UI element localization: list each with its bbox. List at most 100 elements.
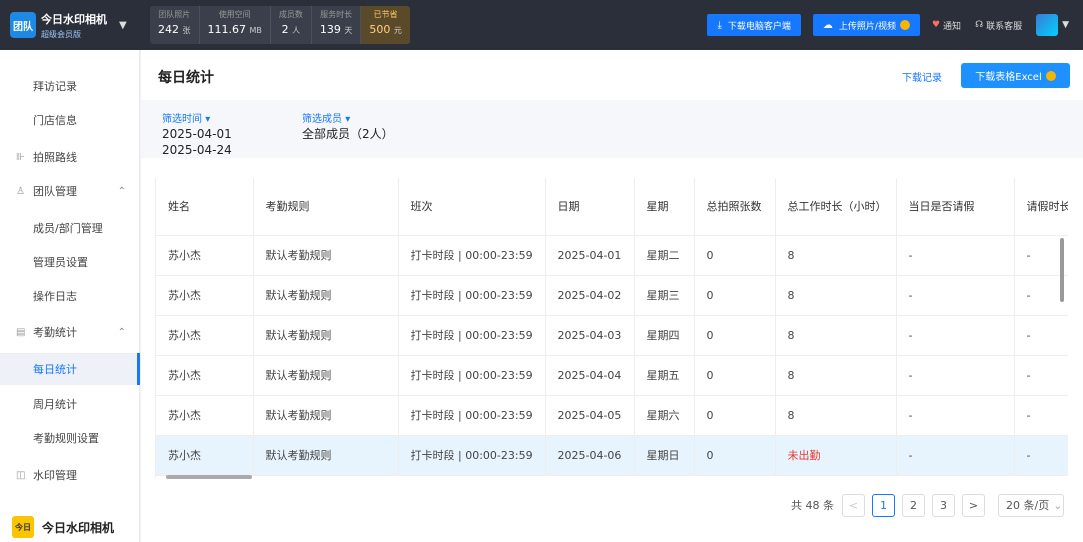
table-cell: 苏小杰 [156, 435, 254, 476]
page-button[interactable]: 3 [932, 493, 955, 517]
table-cell: 苏小杰 [156, 315, 254, 356]
sidebar-item-admin-settings[interactable]: 管理员设置 [0, 246, 140, 278]
time-filter[interactable]: 筛选时间 ▾ 2025-04-01 2025-04-24 [162, 110, 232, 157]
attendance-table: 姓名 考勤规则 班次 日期 星期 总拍照张数 总工作时长（小时） 当日是否请假 请假时长 苏小杰… [155, 178, 1068, 478]
table-cell: 2025-04-05 [545, 395, 635, 436]
table-cell: 星期六 [634, 395, 695, 436]
sidebar-footer: 今日 今日水印相机 [0, 512, 140, 542]
table-row[interactable]: 苏小杰 默认考勤规则 打卡时段 | 00:00-23:59 2025-04-03 星期四… [156, 315, 1068, 356]
sidebar-item-attendance-rules[interactable]: 考勤规则设置 [0, 422, 140, 454]
page-size-select[interactable]: 20 条/页 ⌄ [998, 493, 1064, 517]
column-header: 当日是否请假 [896, 178, 1015, 236]
member-filter-label: 筛选成员 [302, 114, 342, 125]
chevron-up-icon: ⌃ [117, 326, 126, 338]
table-cell: 2025-04-03 [545, 315, 635, 356]
column-header: 姓名 [156, 178, 254, 236]
sidebar-item-daily-stats[interactable]: 每日统计 [0, 353, 140, 385]
coin-icon [1045, 70, 1056, 81]
membership-badge: 超级会员版 [41, 29, 81, 39]
table-cell: 苏小杰 [156, 235, 254, 276]
vertical-scrollbar[interactable] [1060, 238, 1064, 302]
next-page-button[interactable]: > [962, 493, 985, 517]
coin-icon [899, 20, 910, 30]
table-cell: 0 [694, 355, 776, 396]
table-row[interactable]: 苏小杰 默认考勤规则 打卡时段 | 00:00-23:59 2025-04-05 星期六… [156, 395, 1068, 436]
cloud-upload-icon: ☁ [822, 19, 833, 31]
table-cell: 8 [775, 275, 897, 316]
column-header: 总拍照张数 [694, 178, 776, 236]
sidebar-item-attendance-stats[interactable]: ▤ 考勤统计 ⌃ [0, 316, 140, 348]
page-title: 每日统计 [158, 70, 214, 86]
table-cell: - [896, 235, 1015, 276]
sidebar-item-weekly-monthly-stats[interactable]: 周月统计 [0, 388, 140, 420]
chevron-down-icon[interactable]: ▼ [1062, 20, 1069, 30]
column-header: 考勤规则 [253, 178, 399, 236]
page-button[interactable]: 2 [902, 493, 925, 517]
total-count: 共 48 条 [791, 499, 834, 512]
table-cell: 0 [694, 235, 776, 276]
stat-service-days: 服务时长 139 天 [312, 6, 362, 44]
sidebar-item-visit-records[interactable]: 拜访记录 [0, 70, 140, 102]
brand-logo: 团队 [10, 12, 36, 38]
table-cell: 0 [694, 315, 776, 356]
caret-down-icon: ▾ [345, 114, 351, 125]
table-cell: - [896, 395, 1015, 436]
sidebar-item-store-info[interactable]: 门店信息 [0, 104, 140, 136]
table-cell: 2025-04-01 [545, 235, 635, 276]
member-filter-value: 全部成员（2人） [302, 127, 394, 141]
table-cell: - [896, 315, 1015, 356]
table-cell: - [896, 435, 1015, 476]
stat-photos: 团队照片 242 张 [150, 6, 200, 44]
table-row[interactable]: 苏小杰 默认考勤规则 打卡时段 | 00:00-23:59 2025-04-04 星期五… [156, 355, 1068, 396]
attendance-icon: ▤ [16, 326, 26, 338]
horizontal-scrollbar[interactable] [166, 475, 252, 479]
table-row[interactable]: 苏小杰 默认考勤规则 打卡时段 | 00:00-23:59 2025-04-02 星期三… [156, 275, 1068, 316]
table-cell: 打卡时段 | 00:00-23:59 [398, 395, 546, 436]
app-name: 今日水印相机 [42, 520, 115, 535]
table-cell: 星期三 [634, 275, 695, 316]
table-cell: 打卡时段 | 00:00-23:59 [398, 235, 546, 276]
sidebar-item-team-management[interactable]: ♙ 团队管理 ⌃ [0, 175, 140, 207]
table-header-row: 姓名 考勤规则 班次 日期 星期 总拍照张数 总工作时长（小时） 当日是否请假 请假时长 [156, 178, 1068, 236]
prev-page-button[interactable]: < [842, 493, 865, 517]
table-cell: 8 [775, 235, 897, 276]
time-range-start: 2025-04-01 [162, 127, 232, 141]
table-row[interactable]: 苏小杰 默认考勤规则 打卡时段 | 00:00-23:59 2025-04-06 星期日… [156, 435, 1068, 476]
table-cell: 星期五 [634, 355, 695, 396]
time-filter-label: 筛选时间 [162, 114, 202, 125]
watermark-icon: ◫ [16, 469, 26, 481]
upload-button[interactable]: ☁ 上传照片/视频 [812, 14, 920, 36]
sidebar-item-photo-route[interactable]: ⊪ 拍照路线 [0, 141, 140, 173]
table-cell: 8 [775, 315, 897, 356]
route-icon: ⊪ [16, 151, 25, 163]
table-cell: 苏小杰 [156, 395, 254, 436]
brand-name: 今日水印相机 [41, 12, 107, 26]
sidebar-item-operation-log[interactable]: 操作日志 [0, 280, 140, 312]
member-filter[interactable]: 筛选成员 ▾ 全部成员（2人） [302, 110, 394, 141]
chevron-up-icon: ⌃ [117, 185, 126, 197]
download-icon: ⤓ [717, 19, 722, 31]
avatar[interactable] [1036, 14, 1059, 36]
chevron-down-icon[interactable]: ▼ [119, 20, 127, 31]
brand-switcher[interactable]: 团队 今日水印相机 超级会员版 ▼ [0, 0, 150, 50]
caret-down-icon: ▾ [205, 114, 211, 125]
stat-storage: 使用空间 111.67 MB [200, 6, 271, 44]
download-excel-button[interactable]: 下载表格Excel [961, 63, 1070, 88]
location-pin-icon: ♥ [931, 20, 941, 30]
download-client-button[interactable]: ⤓ 下载电脑客户端 [707, 14, 801, 36]
support-link[interactable]: ☊ 联系客服 [975, 19, 1022, 32]
sidebar-item-watermark-management[interactable]: ◫ 水印管理 [0, 459, 140, 491]
table-cell: 8 [775, 355, 897, 396]
page-button[interactable]: 1 [872, 493, 895, 517]
pagination: 共 48 条 < 123 > 20 条/页 ⌄ [791, 493, 1064, 517]
main-content: 每日统计 下载记录 下载表格Excel 筛选时间 ▾ 2025-04-01 20… [141, 50, 1083, 542]
table-cell: 0 [694, 275, 776, 316]
table-row[interactable]: 苏小杰 默认考勤规则 打卡时段 | 00:00-23:59 2025-04-01 星期二… [156, 235, 1068, 276]
notice-link[interactable]: ♥ 通知 [932, 19, 961, 32]
table-cell: 2025-04-04 [545, 355, 635, 396]
sidebar-item-members-departments[interactable]: 成员/部门管理 [0, 212, 140, 244]
table-cell: 默认考勤规则 [253, 435, 399, 476]
download-records-link[interactable]: 下载记录 [902, 69, 942, 84]
table-cell: 2025-04-02 [545, 275, 635, 316]
table-cell: 打卡时段 | 00:00-23:59 [398, 315, 546, 356]
